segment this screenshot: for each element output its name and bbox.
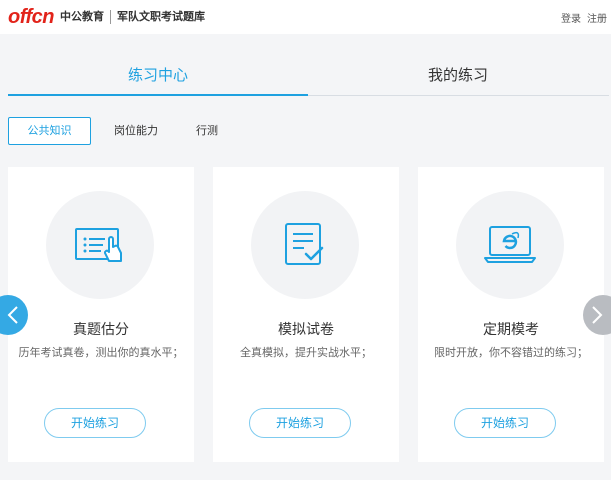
- card-description: 全真模拟，提升实战水平；: [240, 346, 372, 359]
- start-practice-button[interactable]: 开始练习: [454, 408, 556, 438]
- register-link[interactable]: 注册: [587, 10, 607, 25]
- card-title: 真题估分: [73, 322, 129, 338]
- offcn-logo[interactable]: offcn 中公教育 军队文职考试题库: [8, 6, 205, 28]
- card-real-exam: 真题估分 历年考试真卷，测出你的真水平； 开始练习: [8, 167, 194, 462]
- card-icon-circle: [251, 191, 359, 299]
- card-icon-circle: [456, 191, 564, 299]
- chevron-right-icon: [592, 306, 603, 324]
- site-subtitle: 军队文职考试题库: [117, 10, 206, 23]
- brand-name: 中公教育: [60, 10, 105, 23]
- touch-list-icon: [75, 228, 122, 262]
- card-title: 模拟试卷: [278, 322, 334, 338]
- card-mock-paper: 模拟试卷 全真模拟，提升实战水平； 开始练习: [213, 167, 399, 462]
- card-icon-circle: [46, 191, 154, 299]
- subtab-aptitude[interactable]: 行测: [181, 117, 233, 145]
- logo-mark: offcn: [8, 6, 55, 28]
- laptop-browser-icon: [484, 226, 536, 263]
- tab-practice-center[interactable]: 练习中心: [8, 56, 308, 96]
- auth-links: 登录 注册: [561, 10, 607, 25]
- card-description: 限时开放，你不容错过的练习；: [434, 346, 588, 359]
- chevron-left-icon: [7, 306, 18, 324]
- tab-my-practice[interactable]: 我的练习: [308, 56, 608, 96]
- card-scheduled-mock: 定期模考 限时开放，你不容错过的练习； 开始练习: [418, 167, 604, 462]
- subtab-public-knowledge[interactable]: 公共知识: [8, 117, 91, 145]
- card-title: 定期模考: [483, 322, 539, 338]
- card-description: 历年考试真卷，测出你的真水平；: [18, 346, 184, 359]
- logo-divider: [110, 10, 112, 24]
- subtab-job-ability[interactable]: 岗位能力: [99, 117, 173, 145]
- start-practice-button[interactable]: 开始练习: [249, 408, 351, 438]
- checklist-icon: [285, 223, 324, 265]
- main-tabs: 练习中心 我的练习: [8, 56, 609, 96]
- subject-tabs: 公共知识 岗位能力 行测: [8, 117, 241, 145]
- start-practice-button[interactable]: 开始练习: [44, 408, 146, 438]
- top-bar: offcn 中公教育 军队文职考试题库 登录 注册: [0, 0, 611, 34]
- login-link[interactable]: 登录: [561, 10, 581, 25]
